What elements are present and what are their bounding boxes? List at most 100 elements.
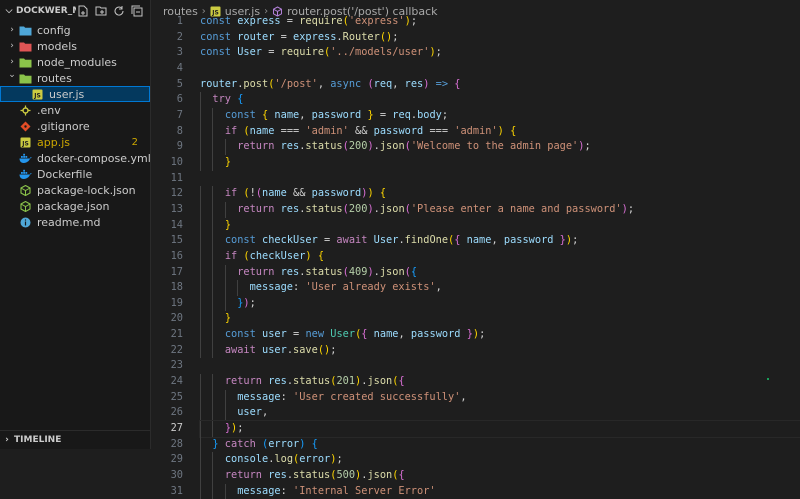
code-token: ; [441, 108, 449, 121]
code-token: message [237, 484, 281, 497]
file-item[interactable]: package.json [0, 198, 150, 214]
indent-guide [212, 280, 214, 296]
folder-item[interactable]: › node_modules [0, 54, 150, 70]
code-line[interactable]: 8 if (name === 'admin' && password === '… [151, 123, 800, 140]
indent-guide [200, 295, 201, 312]
folder-item[interactable]: › models [0, 38, 150, 54]
code-token: const [200, 30, 238, 43]
code-token: user [262, 343, 287, 356]
new-folder-icon[interactable] [94, 4, 108, 18]
code-line[interactable]: 14 } [151, 217, 800, 234]
chevron-right-icon[interactable]: › [6, 41, 18, 51]
code-token: user [262, 328, 287, 341]
code-token: req [392, 108, 411, 121]
code-line[interactable]: 10 } [151, 154, 800, 171]
line-number: 27 [170, 422, 183, 435]
code-line[interactable]: 3 const User = require('../models/user'); [151, 45, 800, 61]
code-token: 200 [348, 140, 368, 153]
code-line[interactable]: 15 const checkUser = await User.findOne(… [151, 233, 800, 249]
explorer-header[interactable]: ⌵ DOCKWER_M... [0, 0, 150, 22]
code-token: const [200, 15, 238, 27]
code-line[interactable]: 12 if (!(name && password)) { [151, 186, 800, 202]
chevron-down-icon[interactable]: ⌵ [2, 6, 16, 16]
code-line[interactable]: 26 user, [151, 405, 800, 422]
code-line[interactable]: 29 console.log(error); [151, 452, 800, 469]
code-line[interactable]: 6 try { [151, 92, 800, 108]
code-line[interactable]: 24 return res.status(201).json({ [151, 374, 800, 390]
collapse-all-icon[interactable] [130, 4, 144, 18]
code-line[interactable]: 2 const router = express.Router(); [151, 30, 800, 46]
indent-guide [212, 264, 214, 281]
code-line[interactable]: 28 } catch (error) { [151, 436, 800, 453]
file-item[interactable]: docker-compose.yml [0, 150, 150, 166]
code-token: new [305, 328, 331, 341]
code-token: { [454, 234, 467, 247]
indent-guide [200, 92, 201, 108]
file-item[interactable]: .gitignore [0, 118, 150, 134]
code-token: express [293, 30, 337, 43]
code-text: } [200, 217, 800, 234]
code-line[interactable]: 13 return res.status(200).json('Please e… [151, 201, 800, 218]
code-token: return [224, 375, 269, 388]
code-line[interactable]: 1 const express = require('express'); [151, 14, 800, 30]
refresh-icon[interactable] [112, 4, 126, 18]
file-item[interactable]: JS app.js 2 [0, 134, 150, 150]
code-line[interactable]: 20 } [151, 311, 800, 328]
code-token: catch [218, 437, 263, 450]
code-token: } [460, 328, 473, 341]
minimap-marker [767, 378, 769, 380]
file-item[interactable]: .env [0, 102, 150, 118]
code-line[interactable]: 31 message: 'Internal Server Error' [151, 483, 800, 499]
js-file-icon: JS [18, 135, 32, 149]
code-line[interactable]: 22 await user.save(); [151, 342, 800, 359]
code-line[interactable]: 23 [151, 358, 800, 374]
code-editor[interactable]: 1 const express = require('express'); 2 con… [151, 14, 800, 499]
code-line[interactable]: 19 }); [151, 295, 800, 312]
code-line[interactable]: 30 return res.status(500).json({ [151, 468, 800, 484]
indent-guide [224, 201, 226, 218]
code-line[interactable]: 21 const user = new User({ name, passwor… [151, 327, 800, 343]
code-line[interactable]: 17 return res.status(409).json({ [151, 264, 800, 281]
code-line[interactable]: 18 message: 'User already exists', [151, 280, 800, 296]
file-item[interactable]: Dockerfile [0, 166, 150, 182]
code-line[interactable]: 16 if (checkUser) { [151, 248, 800, 265]
chevron-right-icon[interactable]: › [0, 435, 14, 445]
folder-item[interactable]: ⌄ routes [0, 70, 150, 86]
code-line[interactable]: 11 [151, 171, 800, 187]
file-item[interactable]: JS user.js [0, 86, 150, 102]
line-number: 12 [170, 187, 183, 200]
code-token: } [361, 108, 374, 121]
file-item[interactable]: package-lock.json [0, 182, 150, 198]
code-token: 'Welcome to the admin page' [410, 140, 579, 153]
code-line[interactable]: 5 router.post('/post', async (req, res) =… [151, 77, 800, 93]
line-number: 29 [170, 453, 183, 466]
code-token: () [317, 343, 331, 356]
code-token: message [249, 281, 294, 294]
indent-guide [212, 139, 214, 155]
indent-guide [200, 280, 201, 296]
code-line[interactable]: 27 }); [151, 420, 800, 438]
file-item[interactable]: readme.md [0, 214, 150, 230]
chevron-right-icon[interactable]: › [6, 57, 18, 67]
indent-guide [212, 311, 214, 328]
code-token: status [293, 469, 331, 482]
indent-guide [224, 139, 226, 155]
code-token: , [262, 406, 269, 419]
code-text: try { [200, 92, 800, 108]
code-token: json [379, 202, 405, 215]
code-line[interactable]: 4 [151, 61, 800, 77]
chevron-down-icon[interactable]: ⌄ [6, 70, 18, 80]
chevron-right-icon[interactable]: › [6, 25, 18, 35]
code-token: && [348, 124, 374, 137]
code-line[interactable]: 9 return res.status(200).json('Welcome t… [151, 139, 800, 155]
indent-guide [200, 139, 201, 155]
timeline-panel[interactable]: › TIMELINE [0, 430, 150, 449]
new-file-icon[interactable] [76, 4, 90, 18]
code-token: return [237, 265, 281, 278]
code-line[interactable]: 7 const { name, password } = req.body; [151, 107, 800, 124]
indent-guide [212, 201, 214, 218]
code-token: name [249, 124, 275, 137]
code-token: ; [479, 328, 486, 341]
folder-item[interactable]: › config [0, 22, 150, 38]
code-line[interactable]: 25 message: 'User created successfully', [151, 389, 800, 406]
